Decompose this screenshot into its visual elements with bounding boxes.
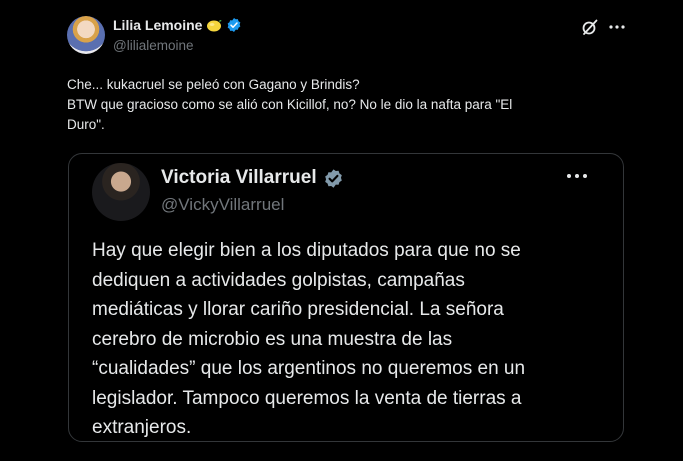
author-name-row[interactable]: Lilia Lemoine xyxy=(113,17,242,33)
quoted-author-name[interactable]: Victoria Villarruel xyxy=(161,167,317,189)
quoted-text-line: legislador. Tampoco queremos la venta de… xyxy=(92,387,522,409)
quoted-text-line: mediáticas y llorar cariño presidencial.… xyxy=(92,299,504,320)
quoted-text-line: dediquen a actividades golpistas, campañ… xyxy=(92,269,465,291)
verified-badge-icon xyxy=(323,168,344,189)
author-avatar[interactable] xyxy=(67,16,105,54)
tweet[interactable]: Lilia Lemoine @lilialemoine Che... kukac… xyxy=(0,0,683,461)
quoted-text-line: Hay que elegir bien a los diputados para… xyxy=(92,240,521,261)
quoted-author-handle[interactable]: @VickyVillarruel xyxy=(161,195,284,215)
more-icon[interactable] xyxy=(608,18,626,36)
tweet-text-line: Che... kukacruel se peleó con Gagano y B… xyxy=(67,77,360,92)
quoted-text-line: “cualidades” que los argentinos no quere… xyxy=(92,358,526,379)
quoted-tweet-text: Hay que elegir bien a los diputados para… xyxy=(92,236,612,443)
tweet-text: Che... kukacruel se peleó con Gagano y B… xyxy=(67,75,647,135)
author-handle[interactable]: @lilialemoine xyxy=(113,38,194,53)
quoted-author-name-row[interactable]: Victoria Villarruel xyxy=(161,167,344,189)
quoted-author-avatar[interactable] xyxy=(92,163,150,221)
more-icon[interactable] xyxy=(566,168,588,178)
quoted-text-line: cerebro de microbio es una muestra de la… xyxy=(92,328,453,350)
quoted-text-line: extranjeros. xyxy=(92,417,192,438)
tweet-text-line: Duro". xyxy=(67,117,105,132)
verified-badge-icon xyxy=(226,17,242,33)
grok-icon[interactable] xyxy=(581,18,599,36)
lemon-emoji-icon xyxy=(206,18,222,32)
tweet-text-line: BTW que gracioso como se alió con Kicill… xyxy=(67,97,513,112)
author-name[interactable]: Lilia Lemoine xyxy=(113,17,202,33)
